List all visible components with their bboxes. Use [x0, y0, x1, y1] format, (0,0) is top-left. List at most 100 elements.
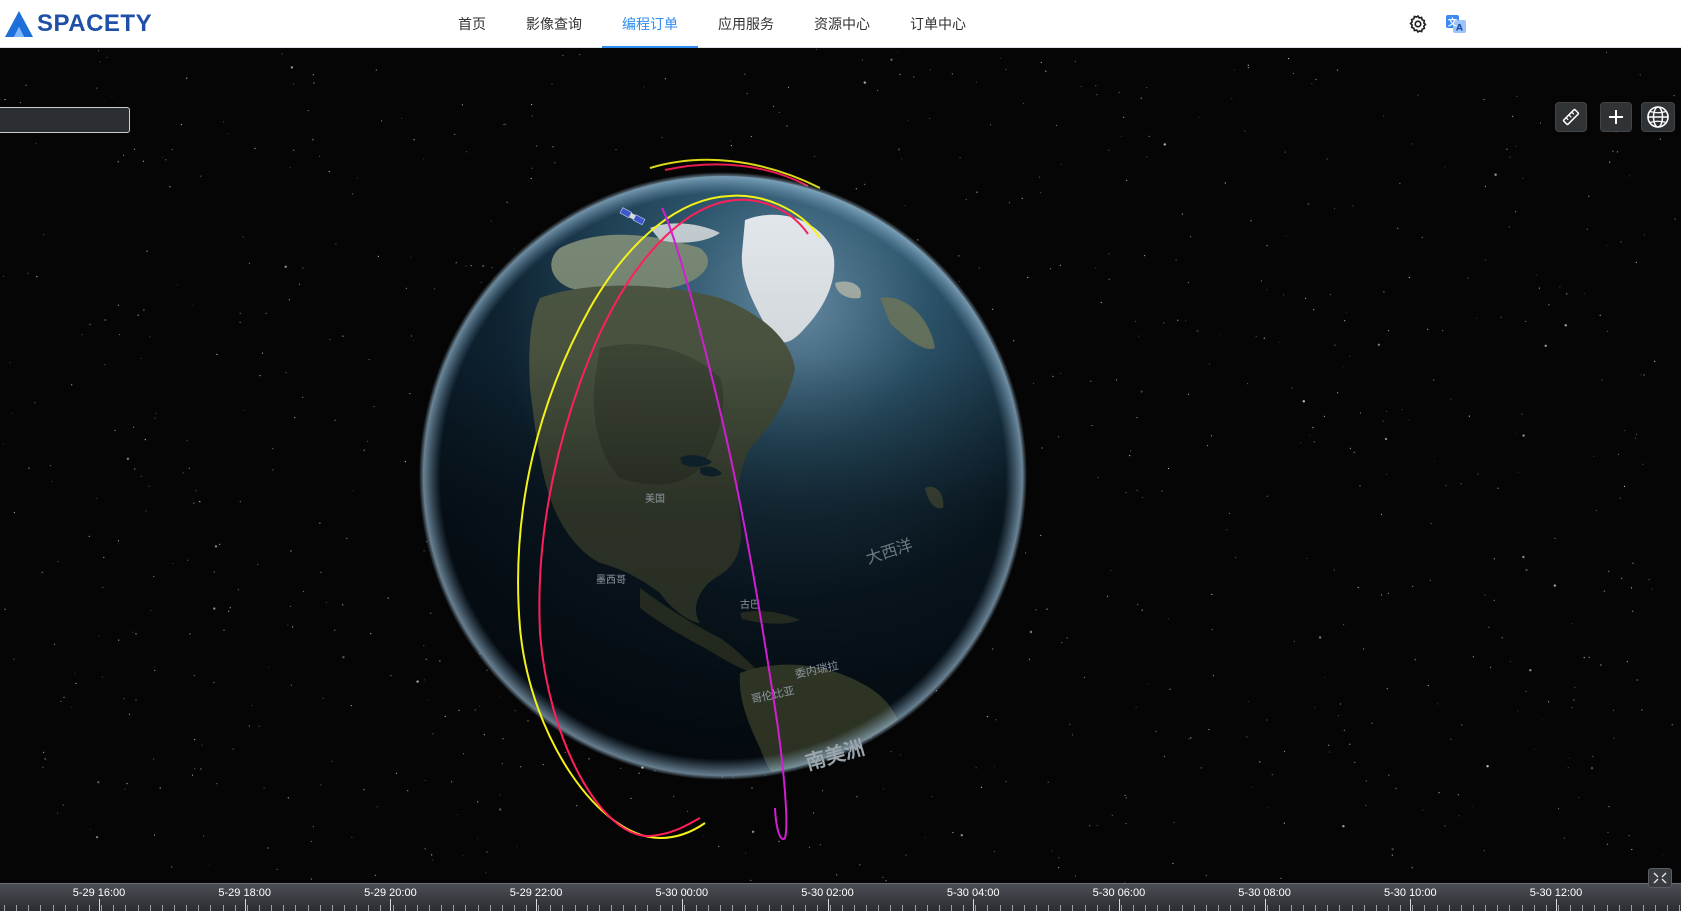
timeline-minor-tick — [1230, 905, 1232, 911]
timeline-minor-tick — [817, 905, 819, 911]
timeline-minor-tick — [1169, 905, 1171, 911]
timeline-minor-tick — [1570, 905, 1572, 911]
timeline-minor-tick — [1448, 905, 1450, 911]
timeline-minor-tick — [598, 905, 600, 911]
atmosphere-glow — [419, 172, 1027, 780]
timeline-bar[interactable]: 5-29 16:00 5-29 18:00 5-29 20:00 5-29 22:00… — [0, 883, 1681, 911]
timeline-minor-tick — [1630, 905, 1632, 911]
timeline-minor-tick — [926, 905, 928, 911]
timeline-minor-tick — [113, 905, 115, 911]
timeline-minor-tick — [1108, 905, 1110, 911]
timeline-minor-tick — [1388, 905, 1389, 911]
timeline-major-tick — [827, 899, 829, 911]
earth-globe[interactable]: 美国 墨西哥 古巴 委内瑞拉 哥伦比亚 大西洋 南美洲 — [0, 48, 1681, 883]
timeline-minor-tick — [683, 905, 685, 911]
timeline-minor-tick — [890, 905, 892, 911]
timeline-minor-tick — [28, 905, 30, 911]
view-mode-button[interactable] — [1641, 102, 1675, 132]
timeline-minor-tick — [89, 905, 90, 911]
timeline-minor-tick — [865, 905, 867, 911]
timeline-minor-tick — [477, 905, 479, 911]
timeline-minor-tick — [271, 905, 273, 911]
plus-icon — [1609, 110, 1623, 124]
timeline-minor-tick — [1133, 905, 1134, 911]
timeline-minor-tick — [1642, 905, 1644, 911]
timeline-minor-tick — [647, 905, 649, 911]
svg-text:A: A — [1456, 24, 1463, 34]
nav-item-resource-center[interactable]: 资源中心 — [794, 0, 890, 48]
timeline-minor-tick — [380, 905, 382, 911]
timeline-minor-tick — [1060, 905, 1062, 911]
timeline-minor-tick — [1472, 905, 1474, 911]
nav-item-app-services[interactable]: 应用服务 — [698, 0, 794, 48]
nav-item-home[interactable]: 首页 — [438, 0, 506, 48]
timeline-minor-tick — [125, 905, 127, 911]
timeline-minor-tick — [781, 905, 782, 911]
timeline-tick-label: 5-29 20:00 — [364, 887, 417, 899]
timeline-minor-tick — [465, 905, 467, 911]
timeline-minor-tick — [963, 905, 965, 911]
timeline-minor-tick — [52, 905, 54, 911]
timeline-minor-tick — [283, 905, 285, 911]
timeline-minor-tick — [1315, 905, 1317, 911]
timeline-minor-tick — [1023, 905, 1025, 911]
timeline-minor-tick — [562, 905, 564, 911]
nav-item-order-center[interactable]: 订单中心 — [890, 0, 986, 48]
timeline-minor-tick — [586, 905, 588, 911]
location-search-input[interactable] — [0, 107, 130, 133]
timeline-minor-tick — [1509, 905, 1511, 911]
timeline-tick-label: 5-30 12:00 — [1529, 887, 1583, 899]
timeline-minor-tick — [137, 905, 139, 911]
timeline-minor-tick — [829, 905, 831, 911]
timeline-minor-tick — [1218, 905, 1219, 911]
timeline-minor-tick — [1424, 905, 1426, 911]
timeline-minor-tick — [404, 905, 406, 911]
timeline-minor-tick — [744, 905, 746, 911]
timeline-minor-tick — [623, 905, 625, 911]
timeline-minor-tick — [501, 905, 503, 911]
timeline-minor-tick — [1667, 905, 1669, 911]
gear-icon[interactable] — [1406, 12, 1430, 36]
timeline-tick-label: 5-29 16:00 — [72, 887, 126, 899]
timeline-minor-tick — [1436, 905, 1438, 911]
timeline-minor-tick — [149, 905, 151, 911]
timeline-minor-tick — [368, 905, 370, 911]
timeline-minor-tick — [1460, 905, 1462, 911]
timeline-minor-tick — [416, 905, 418, 911]
timeline-minor-tick — [659, 905, 661, 911]
zoom-in-button[interactable] — [1600, 102, 1632, 132]
timeline-minor-tick — [1205, 905, 1207, 911]
timeline-major-tick — [536, 899, 538, 911]
timeline-minor-tick — [513, 905, 515, 911]
timeline-minor-tick — [1157, 905, 1159, 911]
timeline-minor-tick — [1120, 905, 1122, 911]
nav-item-image-search[interactable]: 影像查询 — [506, 0, 602, 48]
timeline-minor-tick — [356, 905, 358, 911]
timeline-minor-tick — [1254, 905, 1256, 911]
timeline-minor-tick — [186, 905, 188, 911]
timeline-minor-tick — [1011, 905, 1013, 911]
timeline-minor-tick — [914, 905, 916, 911]
translate-icon[interactable]: 文 A — [1444, 12, 1468, 36]
timeline-minor-tick — [1545, 905, 1547, 911]
timeline-minor-tick — [1412, 905, 1414, 911]
logo-icon — [5, 11, 33, 37]
timeline-minor-tick — [16, 905, 18, 911]
ruler-icon — [1562, 108, 1580, 126]
timeline-minor-tick — [1375, 905, 1377, 911]
fullscreen-button[interactable] — [1648, 868, 1672, 888]
timeline-minor-tick — [902, 905, 904, 911]
timeline-tick-label: 5-29 18:00 — [218, 887, 271, 899]
timeline-minor-tick — [805, 905, 807, 911]
spacety-logo[interactable]: SPACETY — [4, 9, 152, 39]
timeline-minor-tick — [1048, 905, 1049, 911]
timeline-minor-tick — [1096, 905, 1098, 911]
nav-item-tasking-order[interactable]: 编程订单 — [602, 0, 698, 48]
timeline-minor-tick — [987, 905, 989, 911]
timeline-minor-tick — [453, 905, 455, 911]
globe-viewer[interactable]: 美国 墨西哥 古巴 委内瑞拉 哥伦比亚 大西洋 南美洲 — [0, 48, 1681, 883]
timeline-major-tick — [244, 899, 246, 911]
timeline-minor-tick — [441, 905, 442, 911]
measure-tool-button[interactable] — [1555, 102, 1587, 132]
timeline-minor-tick — [1303, 905, 1304, 911]
